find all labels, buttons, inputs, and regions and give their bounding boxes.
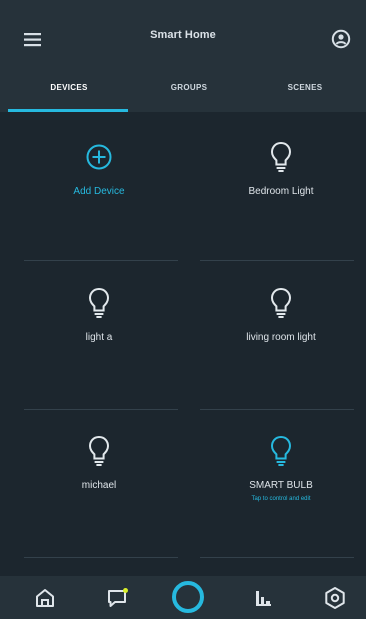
device-label: SMART BULB <box>249 480 313 491</box>
activity-icon <box>256 591 271 606</box>
hamburger-menu-icon <box>24 33 41 47</box>
light-bulb-icon <box>86 286 112 320</box>
device-tile-light-a[interactable]: light a <box>14 258 184 404</box>
profile-icon <box>331 29 351 49</box>
grid-divider <box>200 557 354 558</box>
light-bulb-icon <box>86 434 112 468</box>
grid-divider <box>24 557 178 558</box>
nav-communicate[interactable] <box>104 585 130 611</box>
grid-divider <box>24 409 178 410</box>
page-title: Smart Home <box>150 29 216 41</box>
device-label: light a <box>85 332 113 343</box>
light-bulb-icon <box>268 140 294 174</box>
device-tile-bedroom-light[interactable]: Bedroom Light <box>196 112 366 258</box>
app-header: Smart Home <box>0 12 366 66</box>
tab-scenes[interactable]: SCENES <box>244 66 366 112</box>
gear-icon <box>325 587 345 609</box>
device-label: Add Device <box>73 186 125 197</box>
nav-activity[interactable] <box>250 585 276 611</box>
grid-divider <box>200 260 354 261</box>
bottom-navigation <box>0 576 366 619</box>
device-grid: Add Device Bedroom Light light a living … <box>0 112 366 576</box>
grid-divider <box>200 409 354 410</box>
profile-button[interactable] <box>329 27 353 51</box>
device-subtitle: Tap to control and edit <box>251 496 311 502</box>
chat-icon <box>108 588 128 607</box>
notification-dot <box>123 588 128 593</box>
smart-home-screen: Smart Home DEVICES GROUPS SCENES Add Dev… <box>0 0 366 619</box>
tab-bar: DEVICES GROUPS SCENES <box>0 66 366 112</box>
tab-groups[interactable]: GROUPS <box>128 66 250 112</box>
device-tile-michael[interactable]: michael <box>14 406 184 552</box>
add-device-tile[interactable]: Add Device <box>14 112 184 258</box>
alexa-button[interactable] <box>170 579 206 615</box>
device-tile-living-room-light[interactable]: living room light <box>196 258 366 404</box>
tab-devices[interactable]: DEVICES <box>8 66 130 112</box>
menu-button[interactable] <box>22 28 46 52</box>
device-tile-smart-bulb[interactable]: SMART BULB Tap to control and edit <box>196 406 366 552</box>
device-label: michael <box>81 480 117 491</box>
device-label: living room light <box>246 332 316 343</box>
status-strip <box>0 0 366 12</box>
home-icon <box>36 589 54 607</box>
light-bulb-icon <box>268 286 294 320</box>
light-bulb-icon <box>268 434 294 468</box>
grid-divider <box>24 260 178 261</box>
nav-home[interactable] <box>32 585 58 611</box>
alexa-icon <box>172 581 204 613</box>
device-label: Bedroom Light <box>248 186 314 197</box>
nav-settings[interactable] <box>322 585 348 611</box>
plus-circle-icon <box>86 140 112 174</box>
